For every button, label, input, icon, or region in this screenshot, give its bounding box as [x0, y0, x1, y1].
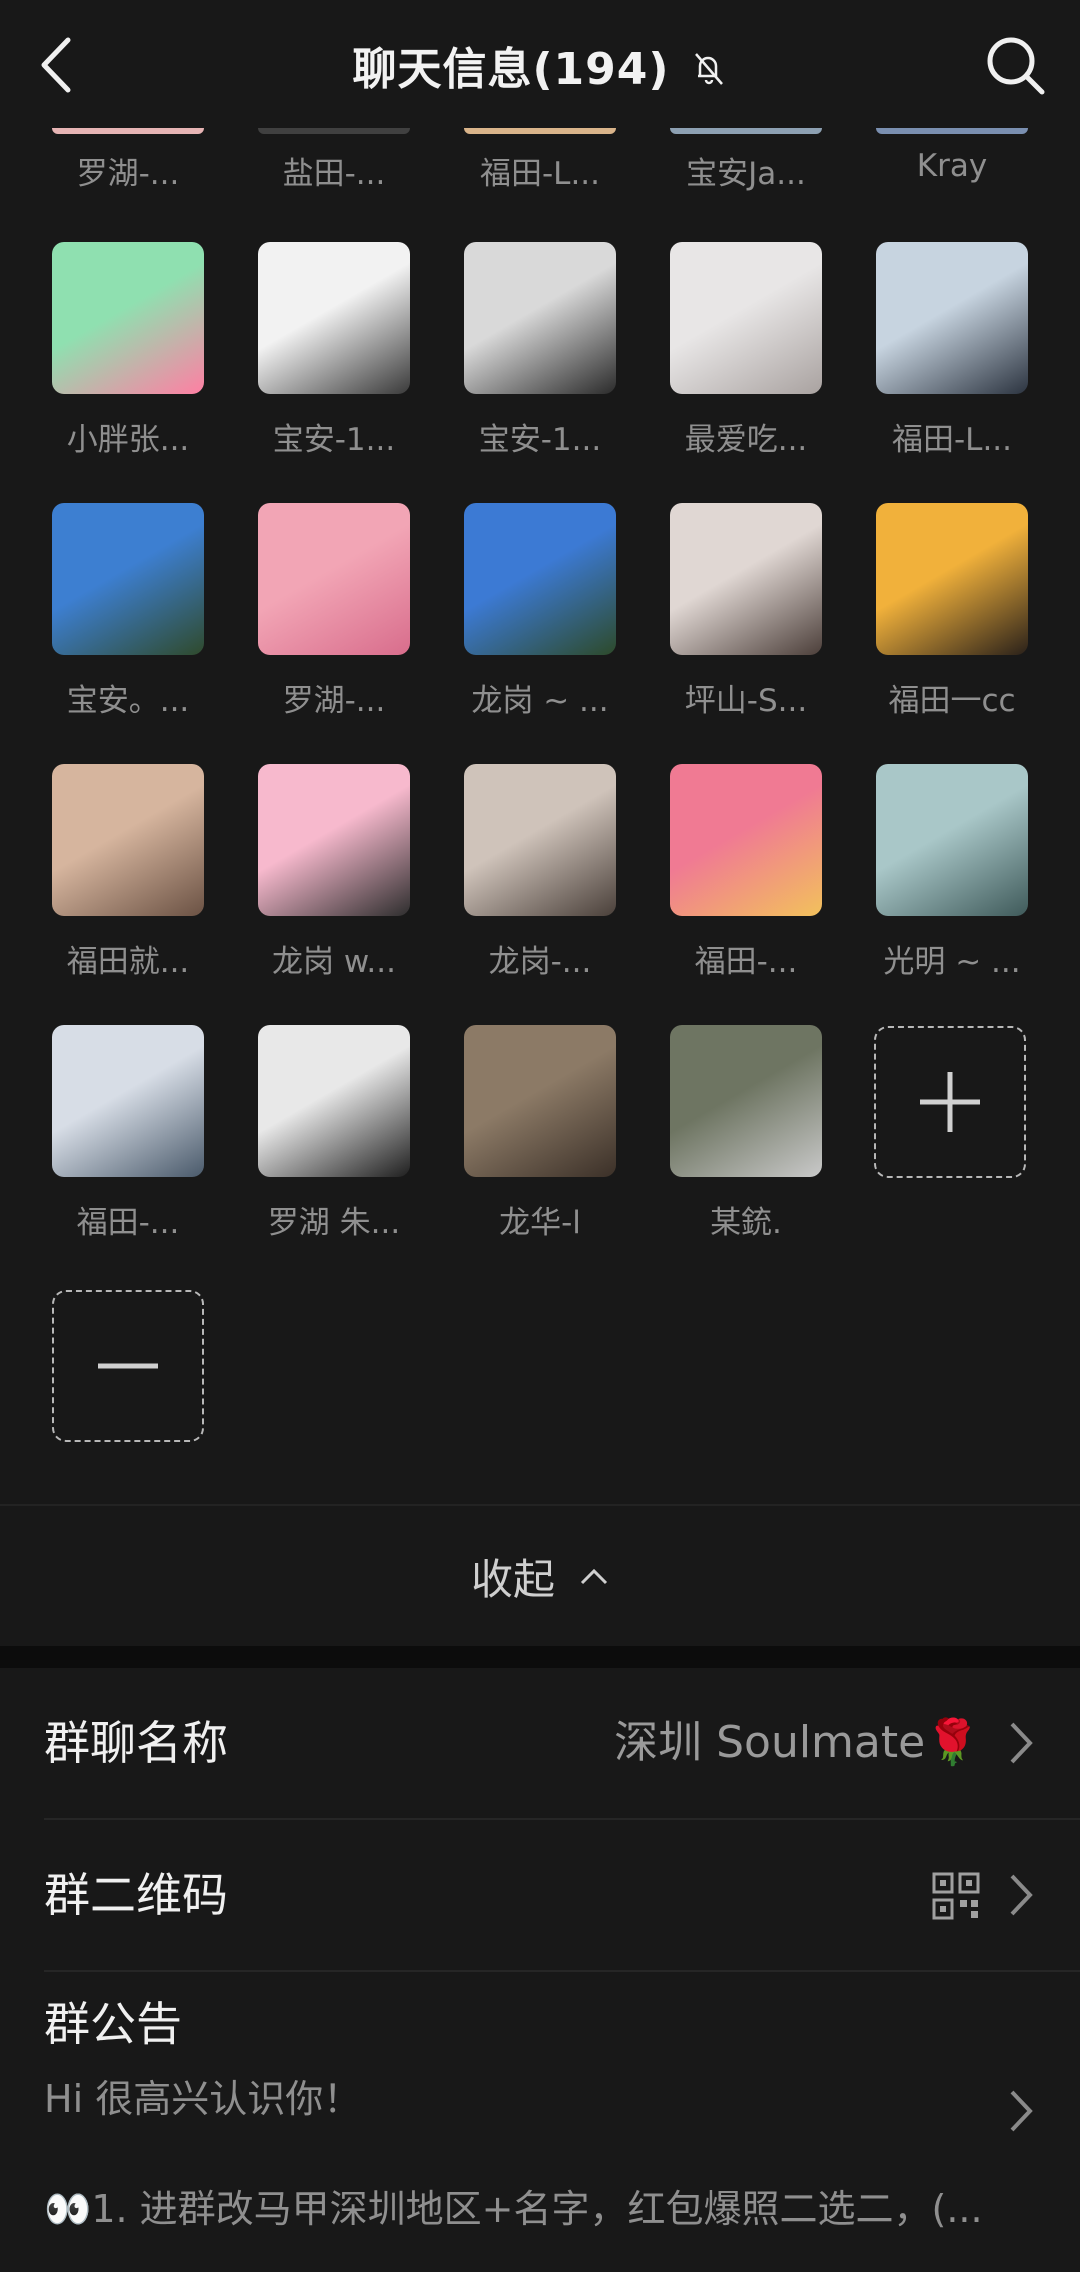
avatar[interactable] — [670, 1025, 822, 1177]
avatar[interactable] — [464, 764, 616, 916]
member-grid: 罗湖-... 盐田-... 福田-L... 宝安Ja... Kray 小胖张..… — [0, 128, 1080, 1504]
member-item[interactable]: 宝安-1... — [249, 242, 419, 459]
group-notice-text: Hi 很高兴认识你！ — [44, 2077, 362, 2121]
member-item[interactable]: 最爱吃... — [661, 242, 831, 459]
member-name[interactable]: 福田-L... — [445, 148, 635, 193]
member-name: 最爱吃... — [684, 422, 808, 458]
member-item[interactable]: 宝安-1... — [455, 242, 625, 459]
avatar[interactable] — [670, 503, 822, 655]
member-item[interactable]: 福田一cc — [867, 503, 1037, 720]
member-name: 福田-L... — [891, 422, 1013, 458]
member-name: 龙岗-... — [488, 944, 592, 980]
member-item[interactable]: 龙华-l — [455, 1025, 625, 1242]
chevron-right-icon — [1010, 2090, 1033, 2132]
title-wrap: 聊天信息(194) — [0, 30, 1080, 100]
chevron-right-icon — [1010, 1874, 1033, 1916]
remove-member-button[interactable] — [52, 1290, 204, 1442]
member-item[interactable]: 龙岗 w... — [249, 764, 419, 981]
avatar[interactable] — [464, 503, 616, 655]
group-name-row[interactable]: 群聊名称 深圳 Soulmate🌹 — [44, 1668, 1080, 1820]
member-item[interactable]: 福田-L... — [867, 242, 1037, 459]
avatar[interactable] — [52, 503, 204, 655]
avatar[interactable] — [464, 242, 616, 394]
member-name: 龙岗 w... — [272, 944, 396, 980]
avatar[interactable] — [52, 1025, 204, 1177]
member-item[interactable]: 宝安。... — [43, 503, 213, 720]
section-divider — [0, 1646, 1080, 1668]
member-item[interactable]: 龙岗-... — [455, 764, 625, 981]
page-title: 聊天信息(194) — [352, 44, 670, 95]
bell-off-icon — [694, 53, 723, 85]
qr-code-icon — [932, 1872, 980, 1920]
member-name: 福田一cc — [888, 683, 1016, 719]
member-item[interactable]: 罗湖-... — [249, 503, 419, 720]
group-notice-text: 👀1. 进群改马甲深圳地区+名字，红包爆照二选二，(... — [44, 2187, 983, 2231]
avatar[interactable] — [258, 1025, 410, 1177]
avatar[interactable] — [876, 764, 1028, 916]
avatar[interactable] — [258, 503, 410, 655]
minus-icon — [98, 1363, 158, 1369]
member-name: 宝安-1... — [272, 422, 396, 458]
avatar[interactable] — [876, 503, 1028, 655]
member-name: 光明 ~ ... — [883, 944, 1021, 980]
avatar[interactable] — [52, 764, 204, 916]
chevron-right-icon — [1010, 1722, 1033, 1764]
avatar[interactable] — [258, 764, 410, 916]
avatar[interactable] — [670, 242, 822, 394]
group-qr-row[interactable]: 群二维码 — [44, 1820, 1080, 1972]
avatar[interactable] — [52, 242, 204, 394]
member-item[interactable]: 福田就... — [43, 764, 213, 981]
avatar[interactable] — [670, 764, 822, 916]
avatar[interactable] — [464, 128, 616, 134]
collapse-label: 收起 — [470, 1554, 555, 1604]
member-item[interactable]: 某銃. — [661, 1025, 831, 1242]
member-name: 宝安。... — [66, 683, 190, 719]
avatar[interactable] — [258, 242, 410, 394]
member-name: 福田-... — [694, 944, 798, 980]
member-name: 龙岗 ~ ... — [471, 683, 609, 719]
avatar[interactable] — [464, 1025, 616, 1177]
group-settings: 群聊名称 深圳 Soulmate🌹 群二维码 群公告 Hi 很高兴认识你！ 👀1… — [0, 1668, 1080, 2272]
member-name: 福田就... — [66, 944, 190, 980]
member-item[interactable]: 光明 ~ ... — [867, 764, 1037, 981]
avatar[interactable] — [670, 128, 822, 134]
avatar[interactable] — [876, 242, 1028, 394]
member-item[interactable]: 罗湖 朱... — [249, 1025, 419, 1242]
group-notice-label: 群公告 — [44, 1997, 182, 2051]
member-name: 宝安-1... — [478, 422, 602, 458]
member-item[interactable]: 福田-... — [43, 1025, 213, 1242]
member-item[interactable]: 坪山-S... — [661, 503, 831, 720]
plus-icon — [920, 1072, 980, 1132]
chevron-up-icon — [580, 1568, 608, 1585]
avatar[interactable] — [258, 128, 410, 134]
group-name-label: 群聊名称 — [44, 1716, 228, 1770]
search-icon[interactable] — [980, 30, 1050, 100]
top-bar: 聊天信息(194) — [0, 0, 1080, 128]
member-item[interactable]: 小胖张... — [43, 242, 213, 459]
member-name: 龙华-l — [499, 1205, 581, 1241]
member-name: 罗湖 朱... — [267, 1205, 401, 1241]
member-item[interactable]: 龙岗 ~ ... — [455, 503, 625, 720]
group-name-value: 深圳 Soulmate🌹 — [614, 1717, 980, 1768]
member-name[interactable]: 罗湖-... — [33, 148, 223, 193]
avatar[interactable] — [876, 128, 1028, 134]
member-name[interactable]: 盐田-... — [239, 148, 429, 193]
member-name: 罗湖-... — [282, 683, 386, 719]
member-name[interactable]: Kray — [857, 148, 1047, 184]
member-name: 某銃. — [710, 1205, 782, 1241]
group-qr-label: 群二维码 — [44, 1868, 228, 1922]
add-member-button[interactable] — [874, 1026, 1026, 1178]
member-name: 坪山-S... — [684, 683, 808, 719]
member-item[interactable]: 福田-... — [661, 764, 831, 981]
collapse-button[interactable]: 收起 — [0, 1504, 1080, 1646]
member-name: 福田-... — [76, 1205, 180, 1241]
member-name[interactable]: 宝安Ja... — [651, 148, 841, 193]
member-name: 小胖张... — [66, 422, 190, 458]
avatar[interactable] — [52, 128, 204, 134]
